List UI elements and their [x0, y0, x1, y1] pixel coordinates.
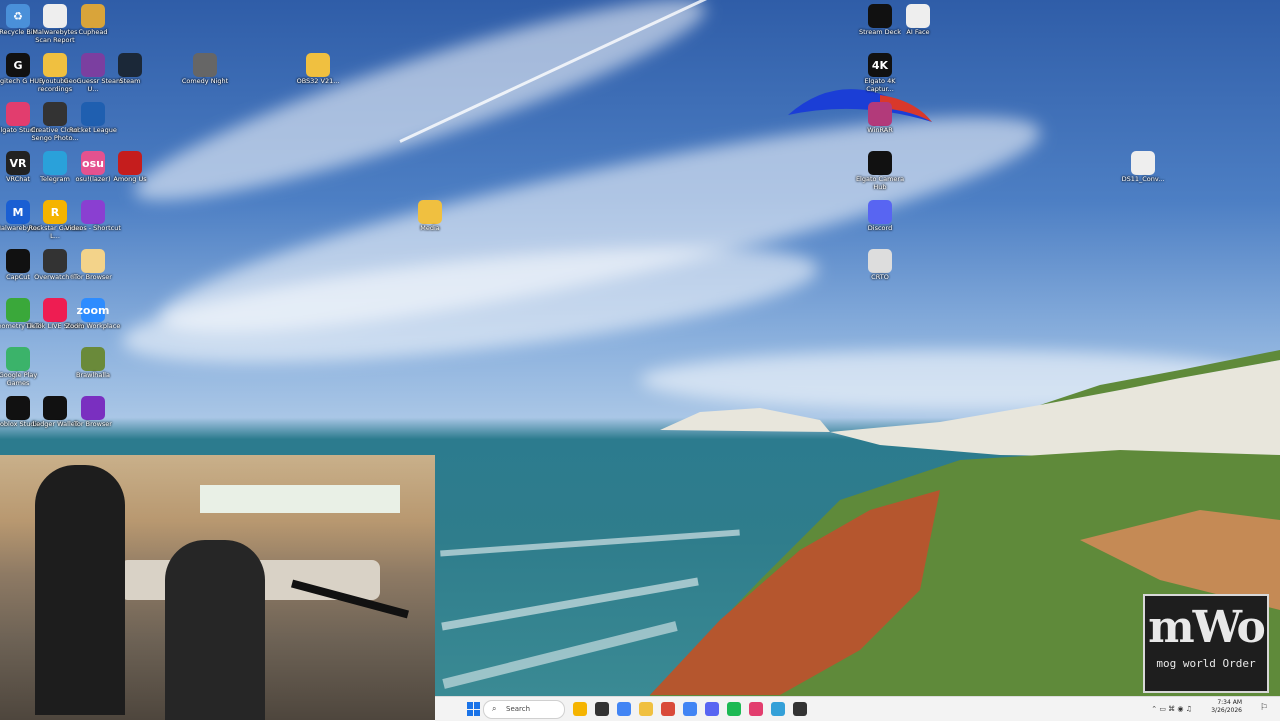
- clock[interactable]: 7:34 AM 3/26/2026: [1211, 699, 1242, 715]
- taskbar-app-icon[interactable]: [771, 702, 785, 716]
- app-icon: [868, 102, 892, 126]
- app-icon: [868, 151, 892, 175]
- search-placeholder: Search: [506, 705, 531, 713]
- desktop-icon-label: Google Play Games: [0, 371, 38, 387]
- desktop-icon[interactable]: Media: [400, 200, 460, 233]
- desktop-icon[interactable]: zoom Zoom Workplace: [63, 298, 123, 331]
- app-icon: [81, 347, 105, 371]
- desktop-icon[interactable]: Tor Browser: [63, 249, 123, 282]
- desktop-icon-label: Media: [420, 224, 440, 232]
- app-icon: [81, 200, 105, 224]
- desktop-icon-label: CRTO: [871, 273, 889, 281]
- app-icon: [306, 53, 330, 77]
- desktop-icon-label: Cuphead: [78, 28, 108, 36]
- desktop-icon-label: Brawlhalla: [76, 371, 110, 379]
- search-input[interactable]: ⌕ Search: [483, 700, 565, 719]
- desktop-icon[interactable]: Google Play Games: [0, 347, 48, 387]
- desktop-icon-label: Rocket League: [69, 126, 117, 134]
- app-icon: [6, 347, 30, 371]
- desktop-icon[interactable]: Cuphead: [63, 4, 123, 37]
- app-icon: [118, 53, 142, 77]
- desktop-icon-label: Elgato Camera Hub: [855, 175, 905, 191]
- app-icon: [868, 200, 892, 224]
- desktop-icon[interactable]: DS11_Conv...: [1113, 151, 1173, 184]
- app-icon: [81, 249, 105, 273]
- tray-icons[interactable]: ⌃ ▭ ⌘ ◉ ♫: [1151, 705, 1192, 713]
- taskbar-app-icon[interactable]: [573, 702, 587, 716]
- desktop-icon[interactable]: Tor Browser: [63, 396, 123, 429]
- app-icon: [81, 102, 105, 126]
- desktop-icon-label: WinRAR: [867, 126, 893, 134]
- clock-time: 7:34 AM: [1217, 699, 1242, 706]
- desktop-icon-label: OBS32 V21...: [296, 77, 340, 85]
- taskbar-app-icon[interactable]: [595, 702, 609, 716]
- desktop-icon[interactable]: Discord: [850, 200, 910, 233]
- desktop-icon[interactable]: Among Us: [100, 151, 160, 184]
- taskbar-app-icon[interactable]: [683, 702, 697, 716]
- watermark-logo: mWo mog world Order: [1143, 594, 1269, 693]
- taskbar-app-icon[interactable]: [705, 702, 719, 716]
- notification-icon[interactable]: ⚐: [1260, 703, 1268, 713]
- desktop-icon-label: Tor Browser: [74, 420, 112, 428]
- app-icon: [906, 4, 930, 28]
- desktop-icon-label: Comedy Night: [181, 77, 229, 85]
- desktop-icon-label: DS11_Conv...: [1121, 175, 1165, 183]
- app-icon: [118, 151, 142, 175]
- desktop-icon[interactable]: Steam: [100, 53, 160, 86]
- watermark-big: mWo: [1148, 602, 1266, 653]
- desktop-icon-label: Steam: [119, 77, 141, 85]
- desktop-icon-label: AI Face: [906, 28, 930, 36]
- person-standing: [35, 465, 125, 715]
- clock-date: 3/26/2026: [1211, 707, 1242, 714]
- webcam-overlay: [0, 455, 435, 720]
- taskbar-app-icon[interactable]: [617, 702, 631, 716]
- app-icon: [868, 249, 892, 273]
- desktop-icon[interactable]: AI Face: [888, 4, 948, 37]
- desktop-icon-label: Elgato 4K Captur...: [864, 77, 896, 93]
- app-icon: zoom: [77, 298, 110, 322]
- desktop-icon[interactable]: 4K Elgato 4K Captur...: [850, 53, 910, 93]
- watermark-small: mog world Order: [1156, 657, 1256, 670]
- app-icon: [81, 4, 105, 28]
- window-light: [200, 485, 400, 513]
- person-seated: [165, 540, 265, 720]
- app-icon: [418, 200, 442, 224]
- desktop-icon[interactable]: OBS32 V21...: [288, 53, 348, 86]
- taskbar-app-icon[interactable]: [793, 702, 807, 716]
- taskbar-app-icon[interactable]: [639, 702, 653, 716]
- desktop-icon[interactable]: Brawlhalla: [63, 347, 123, 380]
- taskbar-app-icon[interactable]: [727, 702, 741, 716]
- desktop-icon-label: Videos - Shortcut: [65, 224, 121, 232]
- app-icon: [1131, 151, 1155, 175]
- desktop-icon[interactable]: WinRAR: [850, 102, 910, 135]
- taskbar-app-icon[interactable]: [661, 702, 675, 716]
- desktop-icon[interactable]: CRTO: [850, 249, 910, 282]
- taskbar-app-icon[interactable]: [749, 702, 763, 716]
- app-icon: [81, 396, 105, 420]
- search-icon: ⌕: [492, 704, 497, 713]
- start-icon[interactable]: [467, 702, 481, 716]
- desktop-icon-label: Tor Browser: [74, 273, 112, 281]
- desktop-icon[interactable]: Comedy Night: [175, 53, 235, 86]
- desktop-icon-label: Zoom Workplace: [65, 322, 121, 330]
- desktop-icon[interactable]: Rocket League: [63, 102, 123, 135]
- desktop-icon[interactable]: Videos - Shortcut: [63, 200, 123, 233]
- taskbar: ⌕ Search ⌃ ▭ ⌘ ◉ ♫ 7:34 AM 3/26/2026 ⚐: [435, 696, 1280, 721]
- app-icon: [193, 53, 217, 77]
- desktop-icon-label: Discord: [867, 224, 893, 232]
- desktop-icon[interactable]: Elgato Camera Hub: [850, 151, 910, 191]
- app-icon: 4K: [868, 53, 892, 77]
- desktop-icon-label: Among Us: [113, 175, 147, 183]
